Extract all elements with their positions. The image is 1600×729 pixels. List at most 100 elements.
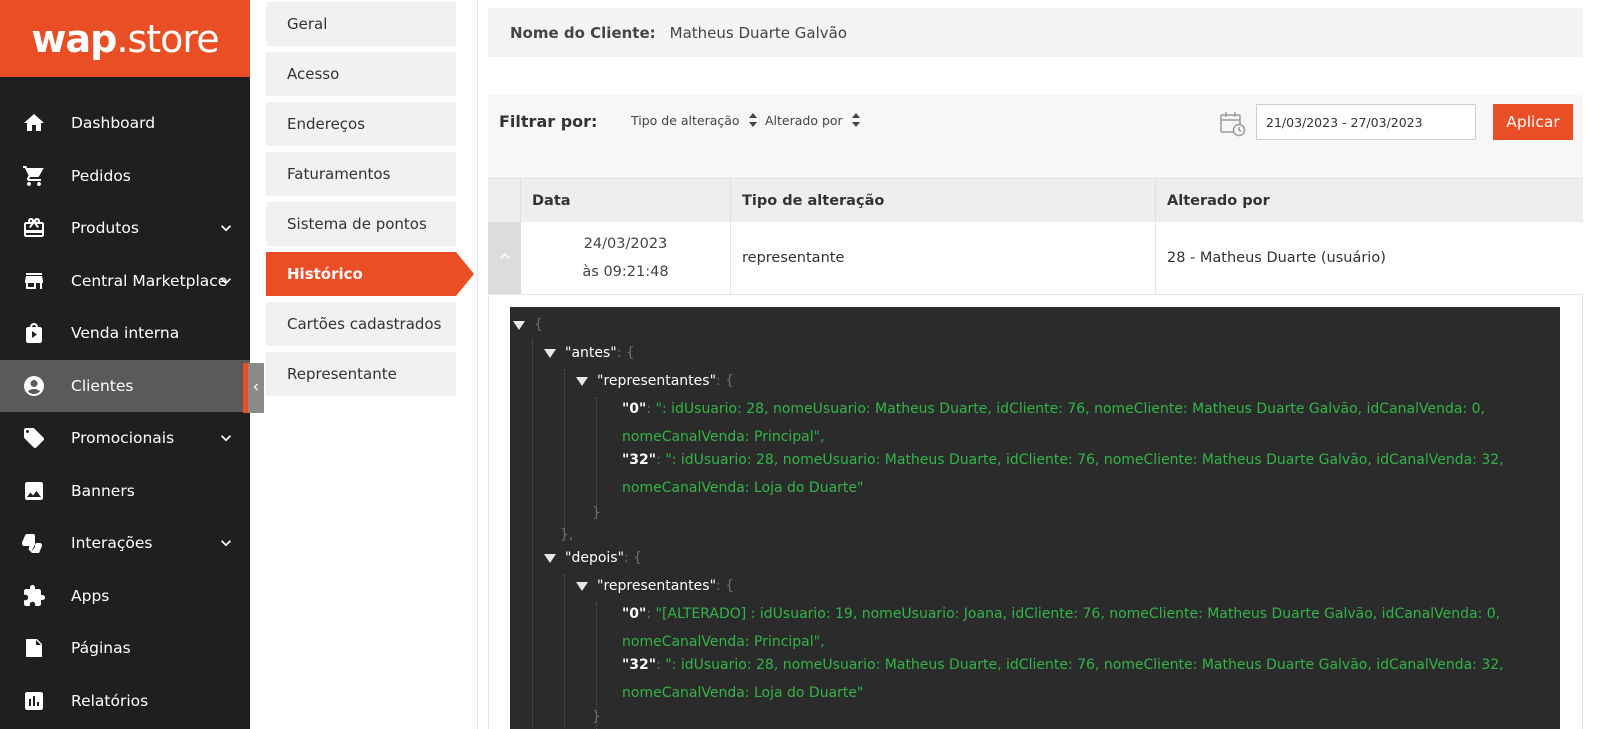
collapse-triangle-icon[interactable] (544, 348, 556, 358)
indent-guide (564, 574, 565, 729)
content-divider (477, 0, 478, 729)
sidebar-item-paginas[interactable]: Páginas (0, 622, 250, 675)
sidebar: wap .store Dashboard Pedidos Produtos Cen… (0, 0, 250, 729)
sort-label: Alterado por (765, 112, 843, 128)
json-string: nomeCanalVenda: Loja do Duarte" (622, 480, 864, 496)
submenu-item-representante[interactable]: Representante (266, 352, 456, 396)
indent-guide (532, 340, 533, 729)
sidebar-item-label: Promocionais (71, 429, 175, 448)
client-name-value: Matheus Duarte Galvão (669, 23, 848, 42)
sidebar-collapse-button[interactable] (243, 363, 264, 413)
json-entry-line: "32": ": idUsuario: 28, nomeUsuario: Mat… (622, 452, 1504, 468)
json-string: nomeCanalVenda: Loja do Duarte" (622, 685, 864, 701)
json-string: nomeCanalVenda: Principal", (622, 429, 825, 445)
cell-change-type: representante (731, 222, 1156, 294)
brand-logo[interactable]: wap .store (0, 0, 250, 77)
sidebar-item-pedidos[interactable]: Pedidos (0, 150, 250, 203)
chevron-down-icon (216, 428, 236, 448)
json-representantes-line: "representantes": { (576, 371, 734, 391)
json-key: "representantes" (597, 373, 717, 389)
json-string: ": idUsuario: 28, nomeUsuario: Matheus D… (665, 452, 1504, 468)
json-punct: : { (716, 373, 735, 389)
cart-icon (22, 164, 46, 188)
submenu-item-geral[interactable]: Geral (266, 2, 456, 46)
submenu-item-acesso[interactable]: Acesso (266, 52, 456, 96)
collapse-triangle-icon[interactable] (576, 376, 588, 386)
json-key: "depois" (565, 550, 625, 566)
filter-label: Filtrar por: (499, 112, 598, 131)
json-punct: : { (624, 550, 643, 566)
sidebar-item-label: Apps (71, 586, 110, 605)
sidebar-item-label: Dashboard (71, 114, 156, 133)
history-table-header: Data Tipo de alteração Alterado por (488, 178, 1583, 222)
chevron-left-icon (249, 379, 263, 398)
sidebar-item-promocionais[interactable]: Promocionais (0, 412, 250, 465)
sidebar-item-venda-interna[interactable]: Venda interna (0, 307, 250, 360)
tag-icon (22, 426, 46, 450)
submenu-item-sistema-de-pontos[interactable]: Sistema de pontos (266, 202, 456, 246)
collapse-triangle-icon[interactable] (544, 553, 556, 563)
json-key: "32" (622, 452, 657, 468)
sort-alterado-por[interactable]: Alterado por (765, 112, 861, 128)
client-name-bar: Nome do Cliente: Matheus Duarte Galvão (488, 8, 1583, 57)
page-icon (22, 636, 46, 660)
gift-box-icon (22, 216, 46, 240)
collapse-triangle-icon[interactable] (513, 320, 525, 330)
collapse-triangle-icon[interactable] (576, 581, 588, 591)
date-value: 24/03/2023 (583, 236, 668, 252)
sidebar-item-central-marketplace[interactable]: Central Marketplace (0, 255, 250, 308)
sidebar-nav: Dashboard Pedidos Produtos Central Marke… (0, 97, 250, 727)
sidebar-item-apps[interactable]: Apps (0, 570, 250, 623)
json-entry-line: "0": ": idUsuario: 28, nomeUsuario: Math… (622, 401, 1485, 417)
column-header-tipo-alteracao[interactable]: Tipo de alteração (731, 179, 1156, 222)
sidebar-item-clientes[interactable]: Clientes (0, 359, 250, 412)
sidebar-item-label: Clientes (71, 376, 134, 395)
table-row: 24/03/2023 às 09:21:48 representante 28 … (488, 222, 1583, 295)
json-key: "0" (622, 606, 647, 622)
apply-filter-button[interactable]: Aplicar (1493, 104, 1573, 140)
sidebar-item-relatorios[interactable]: Relatórios (0, 675, 250, 728)
json-string: "[ALTERADO] : idUsuario: 19, nomeUsuario… (655, 606, 1501, 622)
sidebar-item-dashboard[interactable]: Dashboard (0, 97, 250, 150)
sidebar-item-label: Relatórios (71, 691, 149, 710)
json-punct: : { (616, 345, 635, 361)
brand-logo-bold: wap (31, 16, 117, 61)
submenu-item-historico[interactable]: Histórico (266, 252, 474, 296)
sidebar-item-banners[interactable]: Banners (0, 465, 250, 518)
sort-arrows-icon (748, 112, 758, 128)
json-string: ": idUsuario: 28, nomeUsuario: Matheus D… (655, 401, 1485, 417)
chevron-down-icon (216, 271, 236, 291)
sidebar-item-label: Banners (71, 481, 135, 500)
json-punct: : { (716, 578, 735, 594)
row-collapse-button[interactable] (488, 222, 521, 294)
sidebar-item-produtos[interactable]: Produtos (0, 202, 250, 255)
indent-guide (564, 369, 565, 537)
submenu-item-faturamentos[interactable]: Faturamentos (266, 152, 456, 196)
json-key: "32" (622, 657, 657, 673)
client-name-label: Nome do Cliente: (510, 23, 656, 42)
json-entry-line: nomeCanalVenda: Principal", (622, 632, 825, 652)
submenu-item-enderecos[interactable]: Endereços (266, 102, 456, 146)
column-header-data[interactable]: Data (521, 179, 731, 222)
sidebar-item-label: Pedidos (71, 166, 131, 185)
thumbs-icon (22, 531, 46, 555)
column-header-alterado-por[interactable]: Alterado por (1156, 179, 1583, 222)
submenu-item-cartoes-cadastrados[interactable]: Cartões cadastrados (266, 302, 456, 346)
cell-date: 24/03/2023 às 09:21:48 (521, 222, 731, 294)
chevron-down-icon (216, 218, 236, 238)
account-circle-icon (22, 374, 46, 398)
chevron-up-icon (496, 247, 514, 269)
json-depois-line: "depois": { (544, 548, 642, 568)
puzzle-icon (22, 584, 46, 608)
play-bag-icon (22, 321, 46, 345)
sort-tipo-alteracao[interactable]: Tipo de alteração (631, 112, 758, 128)
date-range-input[interactable] (1256, 104, 1476, 140)
sidebar-item-label: Interações (71, 534, 153, 553)
sidebar-item-label: Venda interna (71, 324, 180, 343)
sidebar-item-label: Produtos (71, 219, 139, 238)
json-key: "representantes" (597, 578, 717, 594)
json-brace: { (534, 317, 543, 333)
sidebar-item-interacoes[interactable]: Interações (0, 517, 250, 570)
chevron-down-icon (216, 533, 236, 553)
storefront-icon (22, 269, 46, 293)
